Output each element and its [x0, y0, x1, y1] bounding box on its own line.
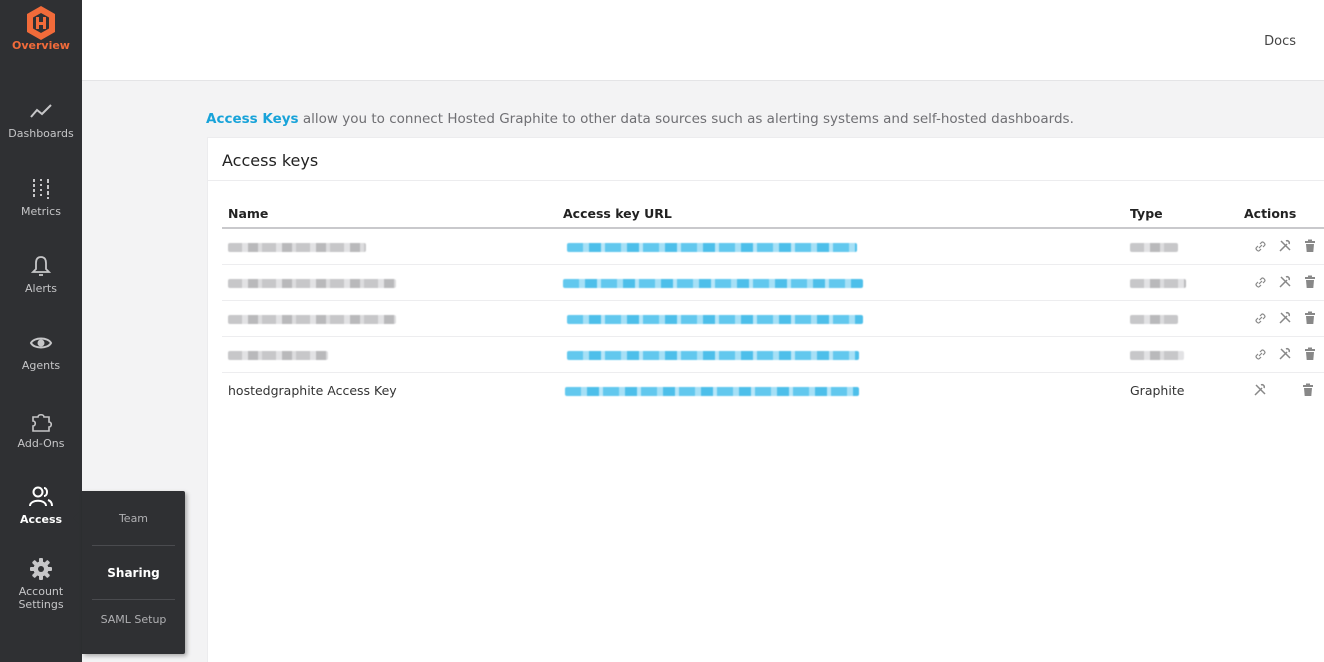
nav-dashboards[interactable]: Dashboards [0, 98, 82, 140]
cell-url[interactable] [557, 264, 1124, 301]
intro-description: allow you to connect Hosted Graphite to … [298, 111, 1074, 127]
users-icon [28, 484, 54, 510]
cell-actions [1238, 372, 1324, 408]
intro-text: Access Keys allow you to connect Hosted … [206, 111, 1074, 127]
gear-icon [29, 556, 53, 582]
cell-type [1124, 300, 1238, 337]
trash-icon[interactable] [1302, 346, 1318, 362]
redacted-url[interactable] [567, 242, 857, 252]
cell-name: hostedgraphite Access Key [228, 382, 397, 398]
redacted-name [228, 278, 396, 288]
flyout-item-saml-setup[interactable]: SAML Setup [92, 613, 175, 626]
nav-account-settings[interactable]: Account Settings [0, 556, 82, 611]
cell-actions [1238, 228, 1324, 265]
nav-access[interactable]: Access [0, 484, 82, 526]
cell-type [1124, 264, 1238, 301]
cell-name [222, 228, 557, 265]
redacted-url[interactable] [567, 314, 863, 324]
redacted-url[interactable] [563, 278, 863, 288]
nav-alerts[interactable]: Alerts [0, 253, 82, 295]
table-header-row: Name Access key URL Type Actions [222, 200, 1324, 229]
access-keys-link[interactable]: Access Keys [206, 111, 299, 127]
link-icon[interactable] [1252, 274, 1268, 290]
bell-icon [31, 253, 51, 279]
cell-name [222, 300, 557, 337]
redacted-name [228, 350, 328, 360]
link-icon[interactable] [1252, 310, 1268, 326]
tools-icon[interactable] [1277, 274, 1293, 290]
trash-icon[interactable] [1302, 238, 1318, 254]
nav-label: Account Settings [18, 585, 64, 611]
docs-link[interactable]: Docs [1264, 34, 1296, 49]
hosted-graphite-logo-icon [25, 6, 57, 40]
nav-add-ons[interactable]: Add-Ons [0, 408, 82, 450]
eye-icon [29, 330, 53, 356]
cell-name [222, 264, 557, 301]
nav-label: Dashboards [8, 127, 74, 140]
cell-url[interactable] [557, 300, 1124, 337]
flyout-item-sharing[interactable]: Sharing [92, 566, 175, 580]
redacted-type [1130, 278, 1186, 288]
redacted-name [228, 242, 366, 252]
flyout-pointer [73, 509, 82, 527]
nav-label: Alerts [25, 282, 57, 295]
table-row [222, 264, 1324, 301]
column-header-actions: Actions [1238, 200, 1324, 229]
tools-icon[interactable] [1252, 382, 1268, 398]
redacted-type [1130, 242, 1178, 252]
top-bar: Docs [82, 0, 1324, 81]
nav-label: Overview [12, 39, 70, 52]
link-icon[interactable] [1252, 238, 1268, 254]
trash-icon[interactable] [1302, 274, 1318, 290]
sidebar: Overview Dashboards Metrics Alerts Agent… [0, 0, 82, 662]
cell-actions [1238, 300, 1324, 337]
nav-label: Metrics [21, 205, 61, 218]
metrics-sliders-icon [30, 176, 52, 202]
flyout-divider [92, 545, 175, 546]
cell-type [1124, 228, 1238, 265]
line-chart-icon [29, 98, 53, 124]
puzzle-icon [29, 408, 53, 434]
panel-title: Access keys [222, 151, 319, 170]
column-header-type: Type [1124, 200, 1238, 229]
redacted-type [1130, 314, 1178, 324]
cell-type: Graphite [1130, 382, 1185, 398]
cell-actions [1238, 336, 1324, 373]
access-keys-table: Name Access key URL Type Actions hostedg… [222, 200, 1324, 408]
flyout-item-team[interactable]: Team [92, 512, 175, 525]
redacted-url[interactable] [567, 350, 859, 360]
table-row [222, 336, 1324, 373]
redacted-url[interactable] [565, 386, 859, 396]
trash-icon[interactable] [1302, 310, 1318, 326]
tools-icon[interactable] [1277, 310, 1293, 326]
table-row [222, 228, 1324, 265]
cell-url[interactable] [557, 336, 1124, 373]
trash-icon[interactable] [1300, 382, 1316, 398]
nav-agents[interactable]: Agents [0, 330, 82, 372]
flyout-divider [92, 599, 175, 600]
nav-label: Access [19, 513, 63, 526]
nav-label: Agents [21, 359, 61, 372]
tools-icon[interactable] [1277, 346, 1293, 362]
nav-label: Add-Ons [17, 437, 65, 450]
table-row [222, 300, 1324, 337]
cell-type [1124, 336, 1238, 373]
redacted-name [228, 314, 396, 324]
panel-divider [208, 180, 1324, 181]
link-icon[interactable] [1252, 346, 1268, 362]
table-row: hostedgraphite Access Key Graphite [222, 372, 1324, 408]
tools-icon[interactable] [1277, 238, 1293, 254]
column-header-name: Name [222, 200, 557, 229]
cell-url[interactable] [557, 228, 1124, 265]
nav-metrics[interactable]: Metrics [0, 176, 82, 218]
cell-url[interactable] [557, 372, 1124, 408]
access-flyout-menu: Team Sharing SAML Setup [82, 491, 185, 654]
cell-name [222, 336, 557, 373]
redacted-type [1130, 350, 1184, 360]
column-header-url: Access key URL [557, 200, 1124, 229]
nav-overview[interactable]: Overview [0, 6, 82, 52]
access-keys-panel: Access keys Name Access key URL Type Act… [207, 137, 1324, 662]
cell-actions [1238, 264, 1324, 301]
